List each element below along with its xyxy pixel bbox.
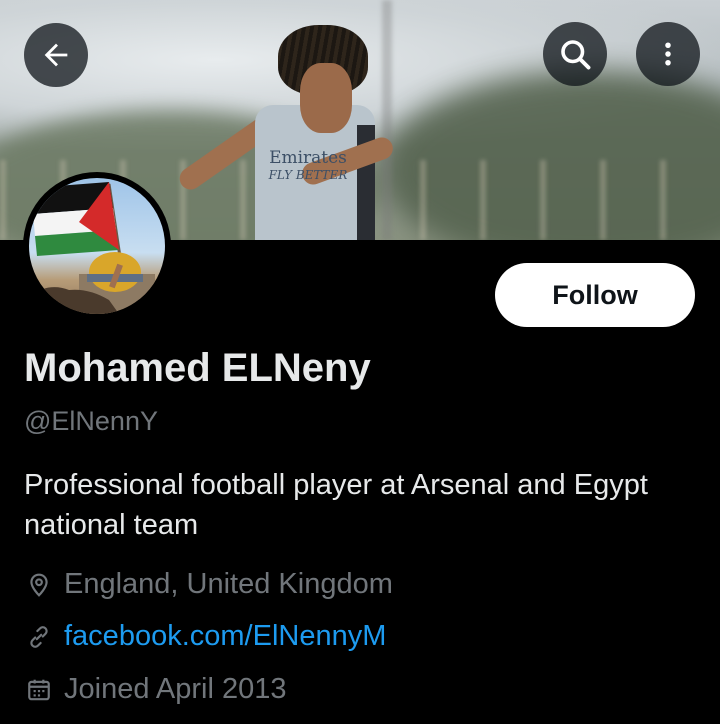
profile-joined-date: Joined April 2013 [24, 673, 287, 706]
search-button[interactable] [543, 22, 607, 86]
location-text: England, United Kingdom [64, 568, 393, 600]
player-face [300, 63, 352, 133]
palestine-flag-icon [31, 182, 119, 256]
location-pin-icon [24, 570, 54, 600]
profile-location: England, United Kingdom [24, 568, 393, 601]
back-button[interactable] [24, 23, 88, 87]
calendar-icon [24, 675, 54, 705]
profile-bio: Professional football player at Arsenal … [24, 469, 648, 541]
profile-display-name: Mohamed ELNeny [24, 346, 371, 390]
follow-button[interactable]: Follow [495, 263, 695, 327]
arrow-left-icon [44, 43, 68, 67]
avatar-image [29, 178, 165, 314]
joined-text: Joined April 2013 [64, 673, 287, 705]
more-vertical-icon [665, 42, 671, 66]
more-options-button[interactable] [636, 22, 700, 86]
profile-handle: @ElNennY [24, 406, 158, 436]
search-icon [561, 40, 591, 70]
avatar-illustration [29, 182, 155, 314]
sponsor-name: Emirates [269, 148, 347, 168]
shirt-sponsor-logo: Emirates FLY BETTER [263, 150, 353, 184]
link-icon [24, 622, 54, 652]
profile-avatar[interactable] [23, 172, 171, 320]
banner-player-photo: Emirates FLY BETTER [150, 25, 410, 240]
sponsor-tagline: FLY BETTER [268, 168, 348, 182]
profile-website[interactable]: facebook.com/ElNennyM [24, 620, 386, 653]
website-link[interactable]: facebook.com/ElNennyM [64, 620, 386, 653]
